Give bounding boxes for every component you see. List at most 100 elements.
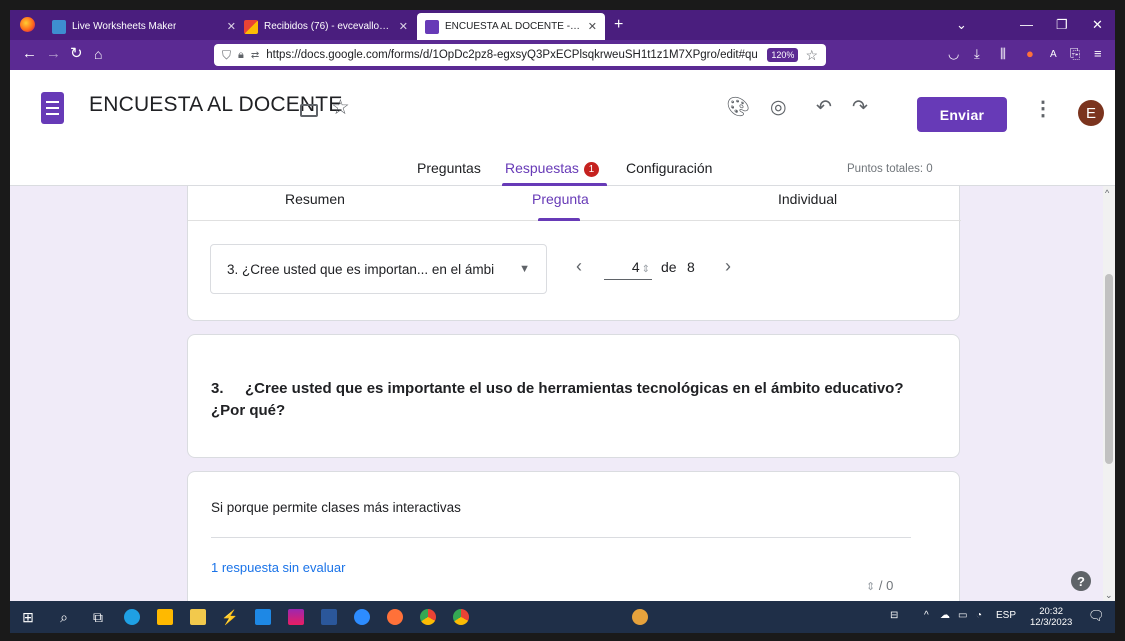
question-select[interactable]: 3. ¿Cree usted que es importan... en el … — [210, 244, 547, 294]
shield-icon: ⛉ — [222, 47, 232, 62]
tab-responses-label: Respuestas — [505, 160, 579, 176]
score-max: / 0 — [878, 578, 894, 593]
library-icon[interactable]: ⫼ — [1000, 46, 1006, 62]
close-icon[interactable]: ✕ — [227, 20, 236, 33]
subtab-question[interactable]: Pregunta — [532, 191, 589, 207]
google-forms-icon — [425, 19, 439, 34]
clock-time: 20:32 — [1039, 606, 1064, 617]
avatar[interactable]: E — [1078, 100, 1104, 126]
extension-icon[interactable]: ● — [1026, 46, 1034, 61]
browser-tab-active[interactable]: ENCUESTA AL DOCENTE - Form ✕ — [417, 13, 605, 40]
chrome-profile-icon[interactable] — [451, 607, 471, 627]
downloads-icon[interactable]: ⤓ — [974, 46, 980, 62]
preview-eye-icon[interactable]: ◎ — [770, 98, 787, 118]
back-icon[interactable]: ← — [22, 46, 37, 62]
browser-tab[interactable]: Recibidos (76) - evcevallos@m ✕ — [236, 13, 416, 40]
firefox-taskbar-icon[interactable] — [385, 607, 405, 627]
help-icon[interactable]: ? — [1071, 571, 1091, 591]
tab-title: Recibidos (76) - evcevallos@m — [264, 21, 393, 32]
pending-evaluation-link[interactable]: 1 respuesta sin evaluar — [211, 560, 345, 575]
scrollbar-thumb[interactable] — [1105, 274, 1113, 464]
chrome-icon[interactable] — [418, 607, 438, 627]
address-bar[interactable]: ⛉ 🔒︎ ⇄ https://docs.google.com/forms/d/1… — [214, 44, 826, 66]
question-number-value: 4 — [631, 259, 640, 275]
winrar-icon[interactable] — [286, 607, 306, 627]
store-icon[interactable] — [155, 607, 175, 627]
word-icon[interactable] — [319, 607, 339, 627]
more-options-icon[interactable]: ⋮ — [1033, 96, 1053, 121]
close-window-button[interactable]: ✕ — [1092, 17, 1103, 33]
subtab-summary[interactable]: Resumen — [285, 191, 345, 207]
search-icon[interactable]: ⌕ — [54, 607, 74, 627]
assistant-icon[interactable] — [630, 607, 650, 627]
total-points: Puntos totales: 0 — [847, 163, 933, 175]
translate-icon[interactable]: A — [1050, 49, 1057, 60]
spinner-icon[interactable]: ⇕ — [642, 264, 650, 275]
palette-icon[interactable]: 🎨︎ — [726, 98, 750, 118]
clock[interactable]: 20:32 12/3/2023 — [1030, 606, 1072, 628]
home-icon[interactable]: ⌂ — [94, 46, 102, 62]
responses-card: Resumen Pregunta Individual 3. ¿Cree ust… — [187, 186, 961, 321]
reload-icon[interactable]: ↻ — [70, 46, 83, 62]
gmail-icon — [244, 19, 258, 34]
answer-text: Si porque permite clases más interactiva… — [211, 500, 461, 515]
screen: Live Worksheets Maker ✕ Recibidos (76) -… — [10, 10, 1115, 633]
file-explorer-icon[interactable] — [188, 607, 208, 627]
previous-question-icon[interactable]: ‹ — [576, 256, 582, 277]
mail-icon[interactable] — [253, 607, 273, 627]
minimize-button[interactable]: — — [1020, 17, 1033, 32]
undo-icon[interactable]: ↶ — [816, 98, 832, 118]
active-subtab-indicator — [538, 218, 580, 221]
pager-total: 8 — [687, 259, 695, 275]
menu-icon[interactable]: ≡ — [1094, 46, 1102, 61]
folder-icon[interactable] — [300, 104, 318, 117]
tab-questions[interactable]: Preguntas — [417, 160, 481, 176]
forward-icon[interactable]: → — [46, 46, 61, 62]
edge-icon[interactable] — [122, 607, 142, 627]
zoom-level[interactable]: 120% — [767, 48, 799, 62]
show-hidden-icons[interactable]: ^ — [924, 610, 929, 621]
question-select-value: 3. ¿Cree usted que es importan... en el … — [227, 261, 495, 277]
star-icon[interactable]: ☆ — [331, 95, 350, 120]
task-view-icon[interactable]: ⧉ — [88, 607, 108, 627]
close-icon[interactable]: ✕ — [588, 20, 597, 33]
close-icon[interactable]: ✕ — [399, 20, 408, 33]
bookmark-star-icon[interactable]: ☆ — [805, 47, 818, 64]
scroll-down-icon[interactable]: ⌄ — [1105, 590, 1113, 601]
send-button[interactable]: Enviar — [917, 97, 1007, 132]
restore-button[interactable]: ❐ — [1056, 17, 1068, 33]
share-icon[interactable]: ⎘ — [1070, 46, 1080, 62]
subtab-individual[interactable]: Individual — [778, 191, 837, 207]
notification-area-icon[interactable]: ⊟ — [890, 610, 898, 621]
score-field[interactable]: ⇕ / 0 — [864, 578, 893, 593]
spinner-icon[interactable]: ⇕ — [866, 581, 875, 593]
tab-settings[interactable]: Configuración — [626, 160, 712, 176]
battery-icon[interactable]: ▭ — [958, 610, 967, 621]
redo-icon[interactable]: ↷ — [852, 98, 868, 118]
list-all-tabs-icon[interactable]: ⌄ — [956, 17, 967, 33]
google-forms-logo-icon[interactable] — [41, 92, 64, 124]
next-question-icon[interactable]: › — [725, 256, 731, 277]
permissions-icon[interactable]: ⇄ — [251, 50, 259, 61]
browser-tab-bar: Live Worksheets Maker ✕ Recibidos (76) -… — [10, 10, 1115, 40]
wifi-icon[interactable]: ◔ — [976, 610, 982, 621]
windows-start-icon[interactable]: ⊞ — [18, 607, 38, 627]
pocket-icon[interactable]: ◡ — [948, 46, 959, 62]
new-tab-button[interactable]: + — [614, 16, 623, 34]
winscp-icon[interactable]: ⚡ — [220, 607, 240, 627]
scroll-up-icon[interactable]: ^ — [1105, 188, 1109, 198]
firefox-icon[interactable] — [20, 17, 35, 32]
question-number-input[interactable]: 4 ⇕ — [604, 255, 652, 280]
divider — [211, 537, 911, 538]
dropdown-arrow-icon: ▼ — [519, 263, 530, 275]
tab-responses[interactable]: Respuestas 1 — [505, 160, 599, 177]
language-indicator[interactable]: ESP — [996, 610, 1016, 621]
browser-tab[interactable]: Live Worksheets Maker ✕ — [44, 13, 244, 40]
clock-date: 12/3/2023 — [1030, 617, 1073, 628]
question-number: 3. — [211, 380, 224, 397]
page-scrollbar[interactable] — [1103, 186, 1115, 601]
question-text: ¿Cree usted que es importante el uso de … — [211, 380, 904, 419]
notifications-icon[interactable]: 🗨︎ — [1088, 608, 1105, 624]
onedrive-icon[interactable]: ☁ — [940, 610, 950, 621]
zoom-icon[interactable] — [352, 607, 372, 627]
